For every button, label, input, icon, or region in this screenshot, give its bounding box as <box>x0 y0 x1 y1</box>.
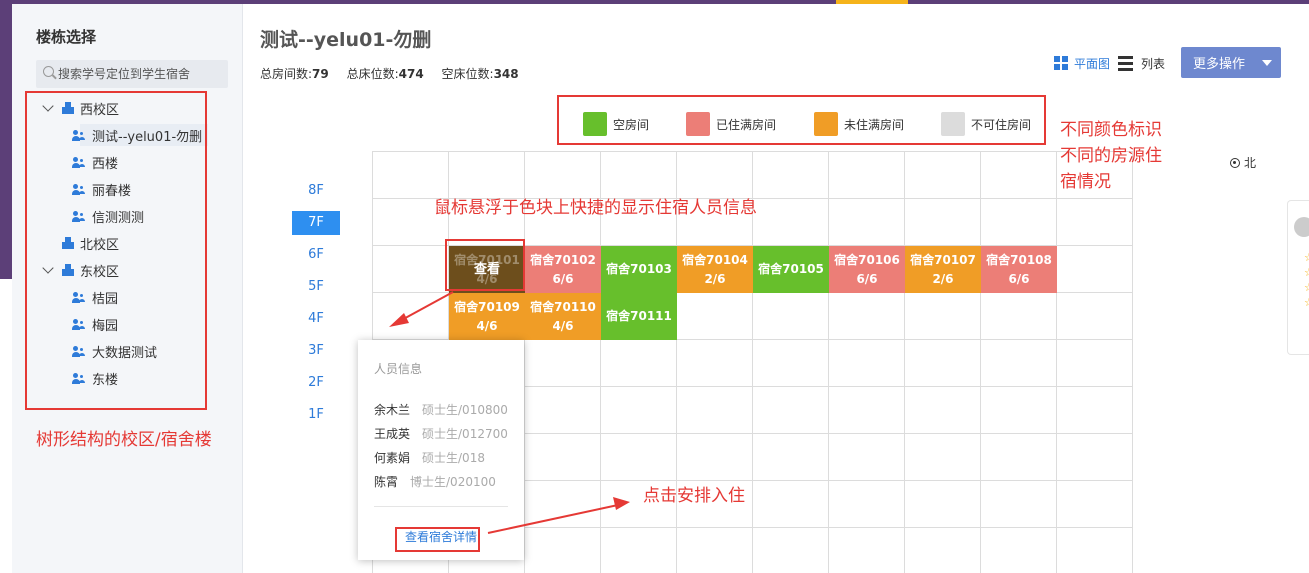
annotation-arrows <box>389 291 630 534</box>
